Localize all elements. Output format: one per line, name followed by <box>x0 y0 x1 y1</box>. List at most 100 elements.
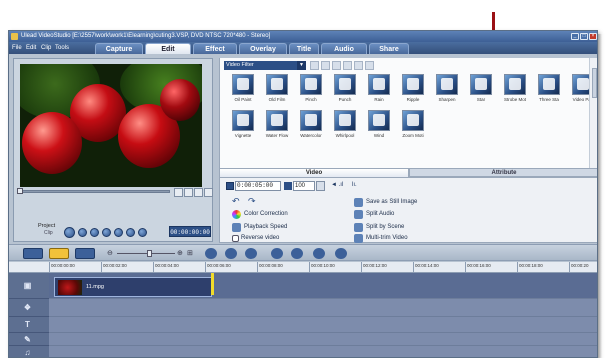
repeat-icon[interactable] <box>126 228 135 237</box>
color-correction-button[interactable]: Color Correction <box>244 210 288 219</box>
tab-edit[interactable]: Edit <box>145 43 191 54</box>
home-icon[interactable] <box>78 228 87 237</box>
audio-view-icon[interactable] <box>75 248 95 259</box>
split-by-scene-button[interactable]: Split by Scene <box>366 223 404 232</box>
chevron-down-icon: ▼ <box>297 61 306 70</box>
music-track[interactable] <box>49 346 597 357</box>
filter-thumbnail[interactable] <box>232 74 254 95</box>
filter-thumbnail[interactable] <box>368 74 390 95</box>
filter-thumbnail[interactable] <box>436 74 458 95</box>
menu-tools[interactable]: Tools <box>55 42 69 54</box>
library-category-dropdown[interactable]: Video Filter ▼ <box>224 61 306 70</box>
undo-icon[interactable] <box>225 248 237 259</box>
play-icon[interactable] <box>64 227 75 238</box>
scrollbar-thumb[interactable] <box>592 68 597 98</box>
minimize-button[interactable]: _ <box>571 33 579 40</box>
library-manager-icon[interactable] <box>354 61 363 70</box>
redo-icon[interactable] <box>245 248 257 259</box>
tab-share[interactable]: Share <box>369 43 409 54</box>
tab-audio[interactable]: Audio <box>321 43 367 54</box>
menu-bar: File Edit Clip Tools Capture Edit Effect… <box>9 42 597 54</box>
title-bar: Ulead VideoStudio [E:\2557\work\work1\El… <box>9 31 597 42</box>
filter-thumbnail[interactable] <box>334 110 356 131</box>
filter-thumbnail[interactable] <box>470 74 492 95</box>
record-capture-icon[interactable] <box>271 248 283 259</box>
auto-music-icon[interactable] <box>313 248 325 259</box>
maximize-button[interactable]: □ <box>580 33 588 40</box>
fade-in-icon[interactable]: ◄ .ıl <box>331 182 343 188</box>
mark-out-button[interactable] <box>184 188 193 197</box>
cut-clip-button[interactable] <box>194 188 203 197</box>
tab-attribute[interactable]: Attribute <box>409 168 597 177</box>
tab-overlay[interactable]: Overlay <box>239 43 287 54</box>
close-button[interactable]: × <box>589 33 597 40</box>
filter-thumbnail[interactable] <box>402 74 424 95</box>
enlarge-button[interactable] <box>204 188 213 197</box>
sort-icon[interactable] <box>343 61 352 70</box>
filter-thumbnail[interactable] <box>368 110 390 131</box>
filter-thumbnail[interactable] <box>334 74 356 95</box>
timecode-display[interactable]: 00:00:00:00 <box>169 226 211 237</box>
filter-thumbnail[interactable] <box>266 74 288 95</box>
menu-clip[interactable]: Clip <box>41 42 51 54</box>
volume-stepper[interactable] <box>316 181 325 191</box>
rotate-right-icon[interactable]: ↷ <box>248 196 258 206</box>
end-icon[interactable] <box>114 228 123 237</box>
video-clip[interactable]: 11.mpg <box>54 277 212 297</box>
timeline-view-icon[interactable] <box>49 248 69 259</box>
tab-video[interactable]: Video <box>219 168 409 177</box>
clip-label[interactable]: Clip <box>44 230 53 236</box>
timeline-ruler[interactable]: 00:00:00:00 00:00:02:00 00:00:04:00 00:00:0… <box>9 262 597 273</box>
split-audio-button[interactable]: Split Audio <box>366 210 394 219</box>
library-scrollbar[interactable] <box>589 58 597 168</box>
filter-thumbnail[interactable] <box>266 110 288 131</box>
zoom-out-icon[interactable]: ⊖ <box>107 249 113 257</box>
filter-thumbnail[interactable] <box>300 74 322 95</box>
mark-in-button[interactable] <box>174 188 183 197</box>
import-icon[interactable] <box>310 61 319 70</box>
video-track-header: ▣ <box>9 273 49 299</box>
reverse-video-checkbox[interactable] <box>232 235 239 242</box>
tab-title[interactable]: Title <box>289 43 319 54</box>
scrub-bar[interactable] <box>20 190 170 193</box>
menu-edit[interactable]: Edit <box>26 42 36 54</box>
system-volume-icon[interactable] <box>138 228 147 237</box>
filter-thumbnail[interactable] <box>504 74 526 95</box>
tab-effect[interactable]: Effect <box>193 43 237 54</box>
track-manager-icon[interactable] <box>335 248 347 259</box>
volume-field[interactable]: 100 <box>293 181 315 191</box>
cherry-2 <box>22 112 82 174</box>
timeline-playhead[interactable] <box>211 273 214 295</box>
filter-thumbnail[interactable] <box>402 110 424 131</box>
audio-mixer-icon[interactable] <box>291 248 303 259</box>
tab-capture[interactable]: Capture <box>95 43 143 54</box>
duration-field[interactable]: 0:00:05:00 <box>235 181 281 191</box>
overlay-track[interactable] <box>49 299 597 317</box>
next-frame-icon[interactable] <box>102 228 111 237</box>
project-label[interactable]: Project <box>38 223 55 229</box>
filter-preview-icon <box>271 114 283 126</box>
thumbnail-view-icon[interactable] <box>332 61 341 70</box>
filter-thumbnail[interactable] <box>300 110 322 131</box>
voice-track[interactable] <box>49 333 597 346</box>
multi-trim-video-button[interactable]: Multi-trim Video <box>366 234 408 243</box>
videostudio-window: Ulead VideoStudio [E:\2557\work\work1\El… <box>8 30 598 358</box>
zoom-slider[interactable] <box>117 253 175 254</box>
zoom-slider-handle[interactable] <box>147 250 152 257</box>
rotate-left-icon[interactable]: ↶ <box>232 196 242 206</box>
insert-media-icon[interactable] <box>205 248 217 259</box>
fade-out-icon[interactable]: lı. <box>352 182 357 188</box>
title-track[interactable] <box>49 317 597 333</box>
filter-thumbnail[interactable] <box>538 74 560 95</box>
scrub-handle[interactable] <box>17 188 23 194</box>
expand-icon[interactable] <box>365 61 374 70</box>
copy-icon[interactable] <box>321 61 330 70</box>
filter-thumbnail[interactable] <box>232 110 254 131</box>
previous-frame-icon[interactable] <box>90 228 99 237</box>
playback-speed-button[interactable]: Playback Speed <box>244 223 287 232</box>
zoom-in-icon[interactable]: ⊕ <box>177 249 183 257</box>
storyboard-view-icon[interactable] <box>23 248 43 259</box>
save-as-still-image-button[interactable]: Save as Still Image <box>366 198 417 207</box>
menu-file[interactable]: File <box>12 42 22 54</box>
fit-project-icon[interactable]: ⊞ <box>187 249 193 257</box>
